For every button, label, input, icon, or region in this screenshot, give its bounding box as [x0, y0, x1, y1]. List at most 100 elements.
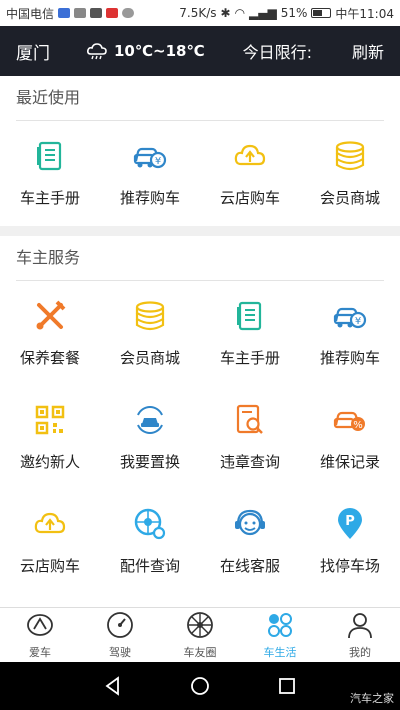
clock: 中午11:04: [335, 6, 394, 21]
coins-icon: [333, 139, 367, 177]
car-logo-icon: [26, 611, 54, 642]
services-item[interactable]: 会员商城: [100, 281, 200, 385]
battery-icon: [311, 8, 332, 18]
parking-pin-icon: P: [333, 507, 367, 545]
lock-icon: [74, 8, 87, 18]
tab-person[interactable]: 我的: [320, 608, 400, 662]
tab-car-logo[interactable]: 爱车: [0, 608, 80, 662]
manual-icon: [233, 299, 267, 337]
services-item-label: 找停车场: [319, 556, 380, 575]
car-yen-icon: ¥: [333, 299, 367, 337]
services-item[interactable]: % 维保记录: [300, 385, 400, 489]
section-title: 车主服务: [16, 248, 81, 267]
tab-label: 车友圈: [183, 645, 217, 659]
services-item[interactable]: 违章查询: [200, 385, 300, 489]
tab-label: 驾驶: [109, 645, 131, 659]
car-yen-icon: ¥: [133, 139, 167, 177]
battery-percent: 51%: [280, 6, 308, 20]
recent-item-label: 会员商城: [319, 188, 380, 207]
services-item-label: 违章查询: [219, 452, 280, 471]
back-icon[interactable]: [102, 675, 124, 697]
wifi-icon: ◠: [234, 6, 246, 20]
recent-item[interactable]: 车主手册: [0, 121, 100, 225]
bluetooth-icon: ✱: [220, 6, 231, 20]
home-icon[interactable]: [189, 675, 211, 697]
cloud-upload-icon: [33, 507, 67, 545]
recent-item[interactable]: 云店购车: [200, 121, 300, 225]
send-icon: [90, 8, 103, 18]
manual-icon: [33, 139, 67, 177]
cloud-rain-icon: [87, 43, 107, 60]
cloud-upload-icon: [233, 139, 267, 177]
recent-item-label: 推荐购车: [119, 188, 180, 207]
system-nav-bar: [0, 662, 400, 710]
status-bar: 中国电信 7.5K/s ✱ ◠ ▂▄▆ 51% 中午11:04: [0, 0, 400, 26]
services-item-label: 配件查询: [119, 556, 180, 575]
services-item-label: 车主手册: [219, 348, 280, 367]
four-dots-icon: [266, 611, 294, 642]
headset-icon: [233, 507, 267, 545]
wrench-screwdriver-icon: [33, 299, 67, 337]
tab-label: 车生活: [263, 645, 297, 659]
services-grid: 保养套餐 会员商城 车主手册 ¥ 推荐购车 邀约新人 我要置换 违章查询% 维保记录 云店购车 配件…: [0, 281, 400, 593]
carrier-label: 中国电信: [6, 6, 55, 21]
coins-icon: [133, 299, 167, 337]
recent-grid: 车主手册 ¥ 推荐购车 云店购车 会员商城: [0, 121, 400, 225]
services-item[interactable]: 云店购车: [0, 489, 100, 593]
app-header: 厦门 10℃~18℃ 今日限行: 刷新: [0, 26, 400, 76]
car-percent-icon: %: [333, 403, 367, 441]
recent-item-label: 车主手册: [19, 188, 80, 207]
tab-wheel[interactable]: 车友圈: [160, 608, 240, 662]
tab-label: 我的: [349, 645, 371, 659]
svg-text:P: P: [345, 514, 355, 529]
cloud-icon: [122, 8, 135, 18]
services-item-label: 保养套餐: [19, 348, 80, 367]
services-section: 车主服务 保养套餐 会员商城 车主手册 ¥ 推荐购车 邀约新人 我要置换 违章查询% 维保记录云…: [0, 236, 400, 607]
tab-speedometer[interactable]: 驾驶: [80, 608, 160, 662]
svg-text:¥: ¥: [155, 156, 161, 167]
city-selector[interactable]: 厦门: [16, 39, 86, 64]
signal-icon: ▂▄▆: [249, 6, 277, 20]
services-item-label: 会员商城: [119, 348, 180, 367]
speedometer-icon: [106, 611, 134, 642]
ticket-search-icon: [233, 403, 267, 441]
weather: 10℃~18℃: [86, 42, 205, 60]
section-title: 最近使用: [16, 88, 81, 107]
car-swap-icon: [133, 403, 167, 441]
notify-icon: [106, 8, 119, 18]
wheel-icon: [186, 611, 214, 642]
services-item[interactable]: 保养套餐: [0, 281, 100, 385]
services-item[interactable]: ¥ 推荐购车: [300, 281, 400, 385]
services-item-label: 云店购车: [19, 556, 80, 575]
recent-item[interactable]: ¥ 推荐购车: [100, 121, 200, 225]
temperature-range: 10℃~18℃: [114, 42, 205, 60]
svg-text:%: %: [353, 420, 363, 431]
services-item-label: 我要置换: [119, 452, 180, 471]
recent-section: 最近使用 车主手册 ¥ 推荐购车 云店购车 会员商城: [0, 76, 400, 226]
services-item[interactable]: 在线客服: [200, 489, 300, 593]
services-item[interactable]: 我要置换: [100, 385, 200, 489]
wheel-search-icon: [133, 507, 167, 545]
services-item-label: 邀约新人: [19, 452, 80, 471]
net-speed: 7.5K/s: [179, 6, 217, 20]
services-item-label: 在线客服: [219, 556, 280, 575]
refresh-button[interactable]: 刷新: [352, 39, 384, 63]
person-icon: [346, 611, 374, 642]
svg-text:¥: ¥: [355, 316, 361, 327]
services-item[interactable]: 配件查询: [100, 489, 200, 593]
services-item-label: 维保记录: [319, 452, 380, 471]
recent-item-label: 云店购车: [219, 188, 280, 207]
bottom-tab-bar: 爱车 驾驶 车友圈 车生活 我的: [0, 607, 400, 662]
services-item-label: 推荐购车: [319, 348, 380, 367]
tab-label: 爱车: [29, 645, 51, 659]
services-item[interactable]: P 找停车场: [300, 489, 400, 593]
hd-icon: [58, 8, 71, 18]
recent-item[interactable]: 会员商城: [300, 121, 400, 225]
qr-code-icon: [33, 403, 67, 441]
traffic-limit: 今日限行:: [242, 43, 313, 62]
services-item[interactable]: 邀约新人: [0, 385, 100, 489]
tab-four-dots[interactable]: 车生活: [240, 608, 320, 662]
recents-icon[interactable]: [276, 675, 298, 697]
watermark: 汽车之家: [350, 692, 394, 705]
services-item[interactable]: 车主手册: [200, 281, 300, 385]
